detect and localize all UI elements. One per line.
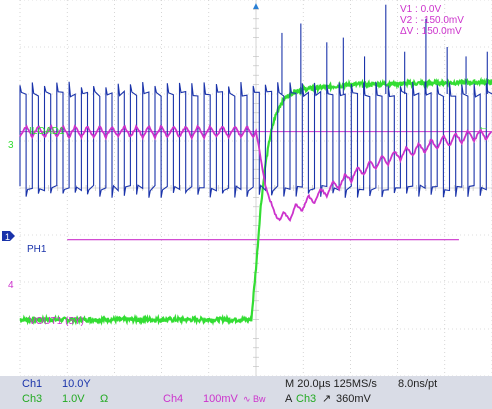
bandwidth-limit-icon: ∿ Bw xyxy=(243,394,266,404)
cursor-readout-v2: V2 : -150.0mV xyxy=(400,15,464,26)
trace-label-iload: ILOAD1 xyxy=(29,126,65,137)
trigger-level-arrow-icon[interactable]: ← xyxy=(478,121,489,133)
trace-label-vout: VOUT1 (5Y) xyxy=(29,316,84,327)
timebase-readout[interactable]: M 20.0µs 125MS/s xyxy=(285,378,377,391)
ch1-label[interactable]: Ch1 xyxy=(22,378,42,391)
channel-4-marker[interactable]: 4 xyxy=(8,280,14,291)
sample-interval-readout: 8.0ns/pt xyxy=(398,378,438,390)
trigger-slope-icon[interactable]: ↗ xyxy=(322,393,331,406)
svg-text:1: 1 xyxy=(5,232,10,242)
ch3-unit-icon: Ω xyxy=(100,393,109,405)
cursor-readout-dv: ΔV : 150.0mV xyxy=(400,26,462,37)
ch3-label[interactable]: Ch3 xyxy=(22,393,42,406)
ch4-scale[interactable]: 100mV xyxy=(203,393,238,406)
channel-3-marker[interactable]: 3 xyxy=(8,140,14,151)
status-bar: Ch1 10.0Y Ch3 1.0V Ω Ch4 100mV ∿ Bw M 20… xyxy=(0,376,492,409)
trace-label-ph: PH1 xyxy=(27,244,47,255)
cursor-readout-v1: V1 : 0.0V xyxy=(400,4,441,15)
oscilloscope-screen: ILOAD1 PH1 VOUT1 (5Y) 3 4 1 ▲ V1 : 0.0V … xyxy=(0,0,492,376)
trigger-level[interactable]: 360mV xyxy=(336,393,371,406)
ch4-label[interactable]: Ch4 xyxy=(163,393,183,406)
trigger-source[interactable]: Ch3 xyxy=(296,393,316,406)
trigger-position-marker[interactable]: ▲ xyxy=(251,1,261,12)
ch3-scale[interactable]: 1.0V xyxy=(62,393,85,406)
ch1-scale[interactable]: 10.0Y xyxy=(62,378,91,391)
trigger-mode[interactable]: A xyxy=(285,393,292,406)
